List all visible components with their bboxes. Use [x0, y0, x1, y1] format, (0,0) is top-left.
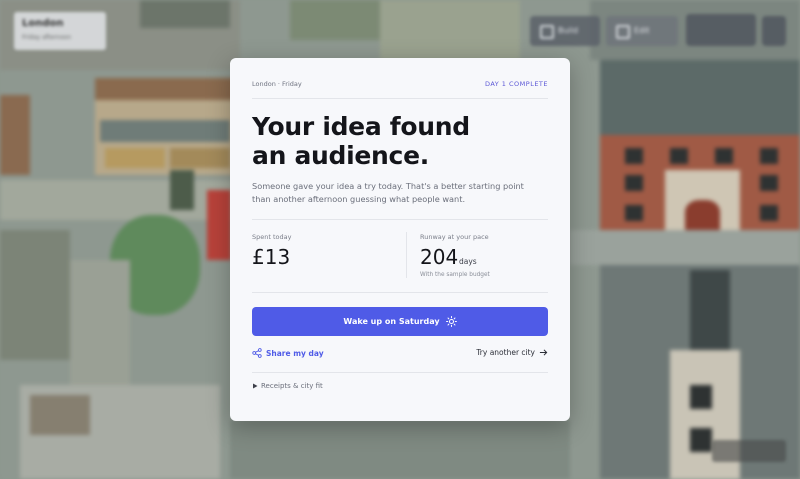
runway-value: 204 [420, 245, 459, 269]
wake-up-button[interactable]: Wake up on Saturday [252, 307, 548, 336]
day-status-badge: DAY 1 COMPLETE [484, 80, 548, 88]
arrow-right-icon [539, 349, 548, 356]
triangle-right-icon [253, 383, 258, 389]
city-subtitle: Friday afternoon [22, 34, 72, 41]
city-label-panel: London Friday afternoon [14, 12, 106, 50]
sun-icon [445, 316, 457, 327]
spent-value: £13 [252, 245, 291, 269]
header-divider [252, 98, 548, 99]
stats-vertical-divider [406, 232, 407, 278]
runway-unit: days [459, 257, 477, 266]
subtitle: Someone gave your idea a try today. That… [252, 181, 524, 204]
headline: Your idea found an audience. [252, 112, 552, 170]
day-summary-card: London · Friday DAY 1 COMPLETE Your idea… [230, 58, 570, 421]
try-another-city-link[interactable]: Try another city [476, 348, 548, 357]
wake-up-button-label: Wake up on Saturday [343, 317, 440, 326]
map-attribution [712, 440, 786, 462]
hud-button-edit-label: Edit [634, 26, 650, 35]
share-my-day-label: Share my day [266, 348, 324, 358]
spent-label: Spent today [252, 233, 292, 241]
hud-button-build[interactable]: Build [530, 16, 600, 46]
try-another-city-label: Try another city [476, 348, 535, 357]
hud-button-edit[interactable]: Edit [606, 16, 678, 46]
stats-bottom-divider [252, 292, 548, 293]
stats-top-divider [252, 219, 548, 220]
share-icon [252, 348, 262, 358]
city-name: London [22, 18, 64, 29]
location-day-label: London · Friday [252, 80, 302, 88]
receipts-toggle[interactable]: Receipts & city fit [252, 382, 323, 390]
headline-line-2: an audience. [252, 141, 429, 170]
pencil-icon [616, 25, 630, 39]
hud-speed-control[interactable] [686, 14, 756, 46]
runway-note: With the sample budget [420, 272, 490, 278]
footer-divider [252, 372, 548, 373]
hammer-icon [540, 25, 554, 39]
receipts-label: Receipts & city fit [261, 382, 323, 390]
hud-button-build-label: Build [558, 26, 579, 35]
runway-label: Runway at your pace [420, 233, 489, 241]
menu-icon[interactable] [762, 16, 786, 46]
headline-line-1: Your idea found [252, 112, 470, 141]
share-my-day-link[interactable]: Share my day [252, 348, 324, 358]
